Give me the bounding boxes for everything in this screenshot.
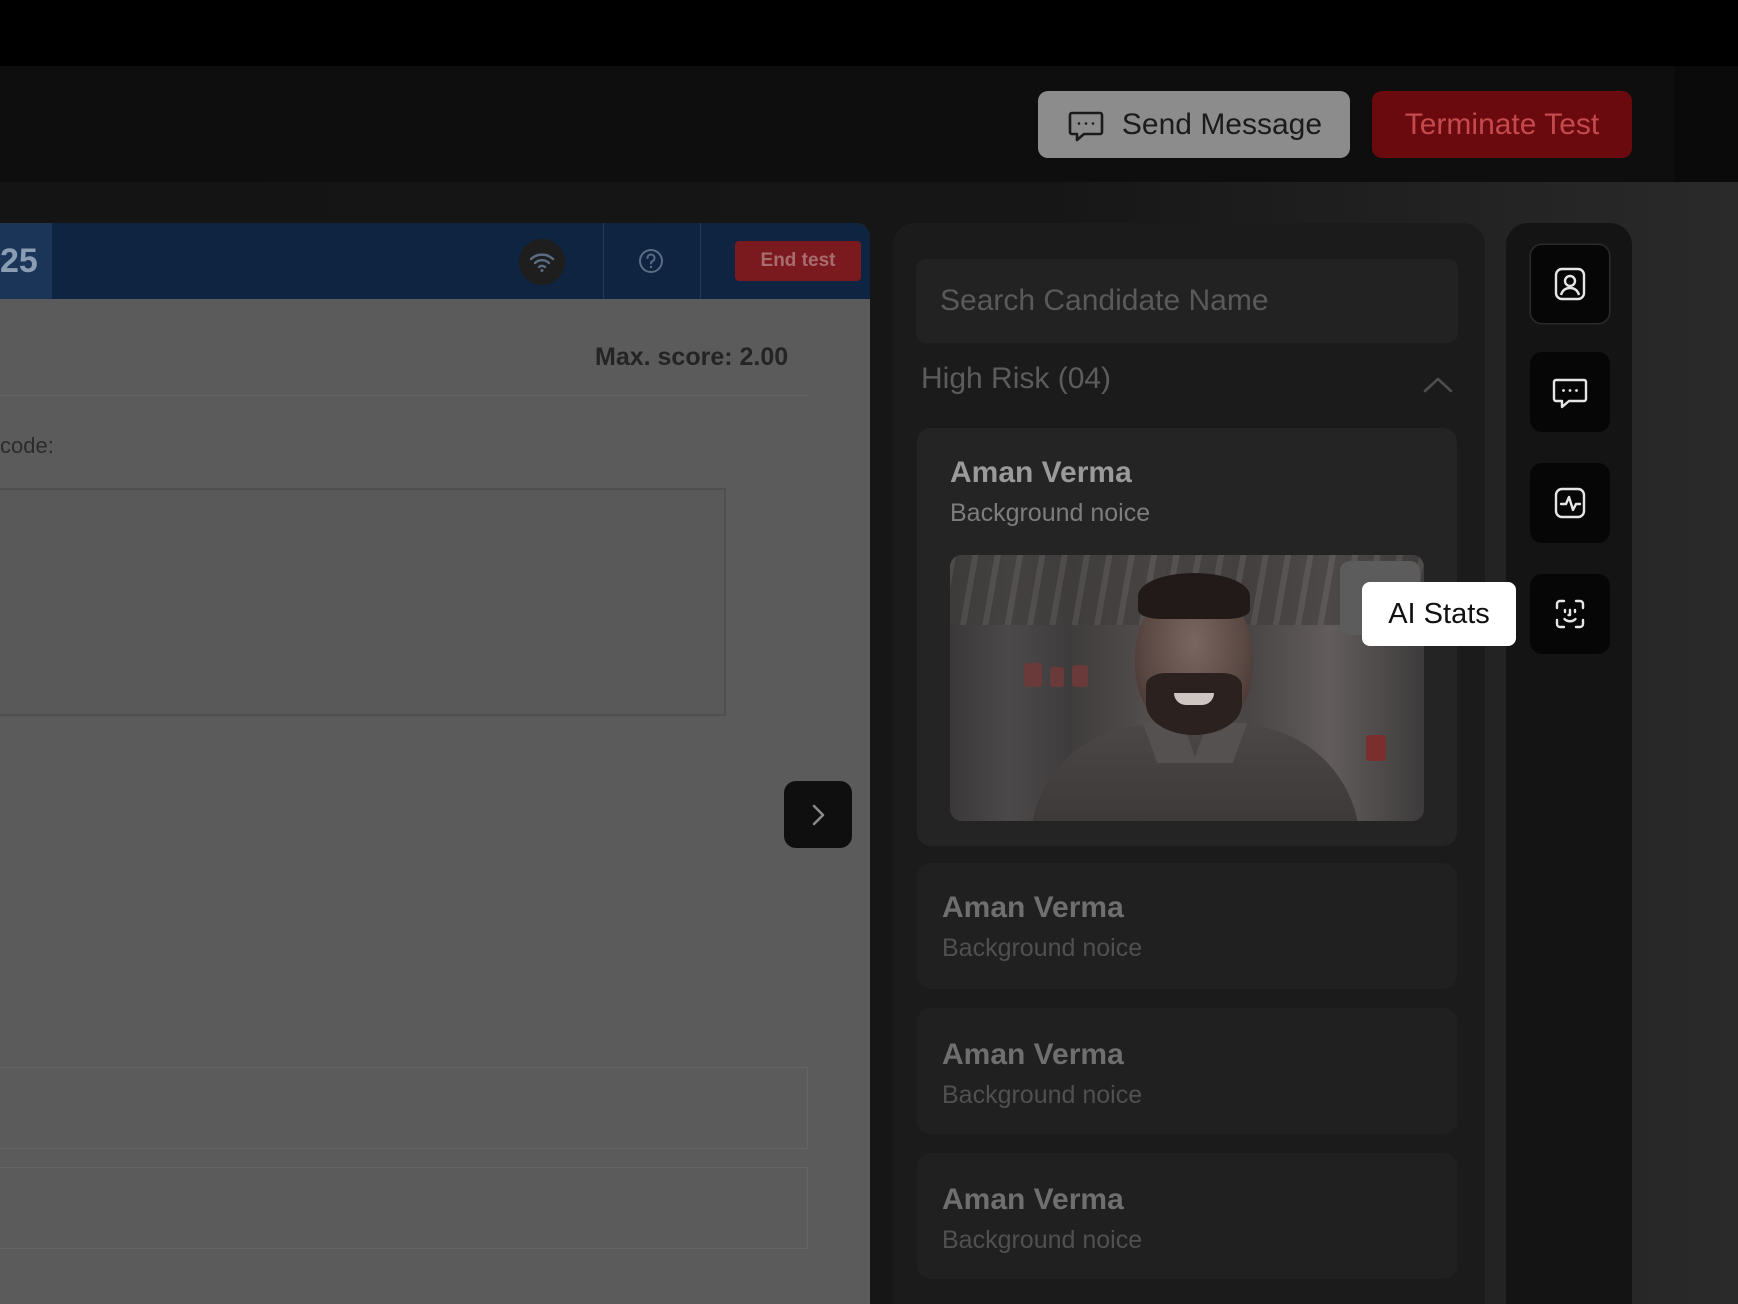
candidate-profile-button[interactable] [1530,244,1610,324]
send-message-label: Send Message [1121,107,1323,141]
candidate-name: Aman Verma [942,1183,1124,1216]
chat-icon [1552,378,1588,409]
candidate-name: Aman Verma [942,1038,1124,1071]
max-score: Max. score: 2.00 [595,343,789,371]
chevron-up-icon[interactable] [1420,370,1456,400]
search-candidate-input[interactable] [916,259,1458,343]
candidate-name: Aman Verma [950,456,1132,489]
code-input-area[interactable] [0,488,726,716]
candidate-name: Aman Verma [942,891,1124,924]
end-test-button[interactable]: End test [735,241,861,281]
next-question-button[interactable] [784,781,852,848]
activity-button[interactable] [1530,463,1610,543]
ai-stats-button[interactable] [1530,574,1610,654]
section-title-high-risk: High Risk (04) [921,362,1112,395]
message-icon [1068,111,1104,141]
chevron-right-icon [812,804,825,825]
test-preview-panel: 25 End test Max. score: 2.00 code: [0,223,870,1304]
ai-stats-tooltip: AI Stats [1362,582,1516,646]
candidate-card[interactable]: Aman Verma Background noice [917,1153,1457,1279]
chat-button[interactable] [1530,352,1610,432]
candidate-card[interactable]: Aman Verma Background noice [917,863,1457,989]
candidate-card[interactable]: Aman Verma Background noice [917,1008,1457,1134]
face-scan-icon [1555,599,1585,629]
code-label: code: [0,433,54,458]
header-separator [700,223,701,299]
candidate-reason: Background noice [950,499,1151,527]
wifi-icon [519,239,565,285]
user-profile-icon [1554,267,1586,301]
activity-icon [1554,487,1586,519]
help-icon[interactable] [637,247,665,275]
candidate-reason: Background noice [942,934,1143,962]
answer-field[interactable] [0,1067,808,1149]
header-separator [603,223,604,299]
answer-field[interactable] [0,1167,808,1249]
candidate-reason: Background noice [942,1081,1143,1109]
candidate-reason: Background noice [942,1226,1143,1254]
divider [0,395,808,396]
app-screen: Send Message Terminate Test 25 End test … [0,0,1738,1304]
test-timer: 25 [0,223,52,299]
send-message-button[interactable]: Send Message [1038,91,1350,158]
terminate-test-button[interactable]: Terminate Test [1372,91,1632,158]
